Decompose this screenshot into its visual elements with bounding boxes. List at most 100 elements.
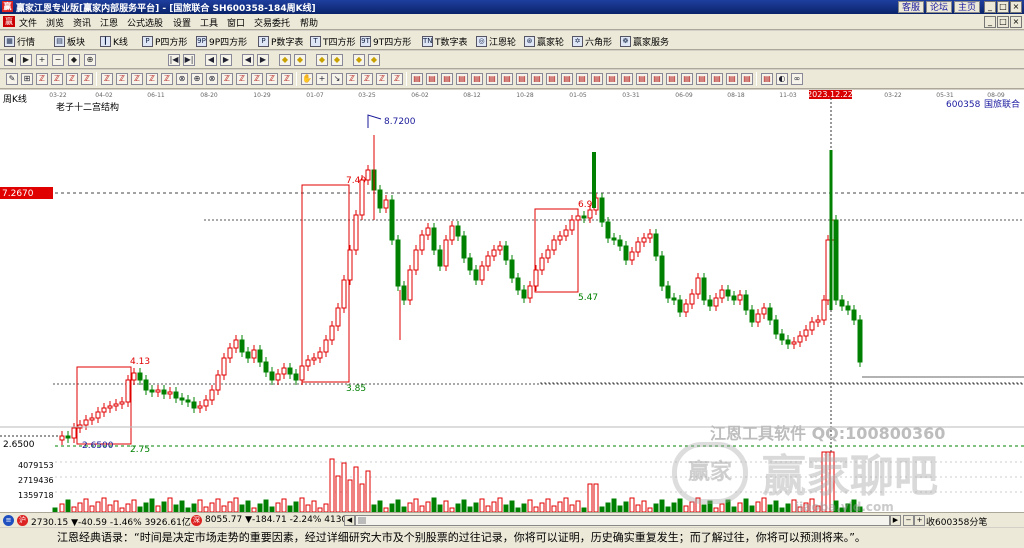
menu-help[interactable]: 帮助 — [300, 16, 318, 29]
period-button-3[interactable]: − — [52, 54, 64, 66]
draw-tool-button-31[interactable]: ▤ — [486, 73, 498, 85]
toolbar-9t-square-button[interactable]: 9T 9T四方形 — [360, 34, 411, 48]
mdi-minimize-button[interactable]: _ — [984, 16, 996, 28]
draw-tool-button-37[interactable]: ▤ — [576, 73, 588, 85]
minimize-button[interactable]: _ — [984, 1, 996, 13]
draw-tool-button-8[interactable]: ℤ — [131, 73, 143, 85]
zoom-minus-button[interactable]: − — [903, 515, 914, 526]
scroll-left-button[interactable]: ◀ — [344, 515, 355, 526]
nav-button-4[interactable]: ◀ — [242, 54, 254, 66]
draw-tool-button-7[interactable]: ℤ — [116, 73, 128, 85]
toolbar-gann-wheel-button[interactable]: ◎ 江恩轮 — [476, 34, 516, 48]
mdi-close-button[interactable]: × — [1010, 16, 1022, 28]
draw-tool-button-22[interactable]: ℤ — [346, 73, 358, 85]
menu-info[interactable]: 资讯 — [73, 16, 91, 29]
draw-tool-button-0[interactable]: ✎ — [6, 73, 18, 85]
draw-tool-button-17[interactable]: ℤ — [266, 73, 278, 85]
nav-button-5[interactable]: ▶ — [257, 54, 269, 66]
nav-button-11[interactable]: ◆ — [368, 54, 380, 66]
draw-tool-button-38[interactable]: ▤ — [591, 73, 603, 85]
draw-tool-button-20[interactable]: + — [316, 73, 328, 85]
toolbar-service-button[interactable]: ☸ 赢家服务 — [620, 34, 669, 48]
toolbar-p-table-button[interactable]: P P数字表 — [258, 34, 303, 48]
nav-button-9[interactable]: ◆ — [331, 54, 343, 66]
scroll-right-button[interactable]: ▶ — [890, 515, 901, 526]
draw-tool-button-16[interactable]: ℤ — [251, 73, 263, 85]
draw-tool-button-12[interactable]: ⊕ — [191, 73, 203, 85]
nav-button-7[interactable]: ◆ — [294, 54, 306, 66]
draw-tool-button-36[interactable]: ▤ — [561, 73, 573, 85]
tick-detail-text[interactable]: 收600358分笔 — [926, 515, 987, 528]
period-button-5[interactable]: ⊕ — [84, 54, 96, 66]
draw-tool-button-44[interactable]: ▤ — [681, 73, 693, 85]
nav-button-6[interactable]: ◆ — [279, 54, 291, 66]
menu-settings[interactable]: 设置 — [173, 16, 191, 29]
draw-tool-button-40[interactable]: ▤ — [621, 73, 633, 85]
scroll-thumb[interactable] — [358, 517, 366, 524]
maximize-button[interactable]: □ — [997, 1, 1009, 13]
sh-index-text[interactable]: 2730.15 ▼-40.59 -1.46% 3926.61亿 — [31, 515, 191, 528]
draw-tool-button-42[interactable]: ▤ — [651, 73, 663, 85]
period-button-4[interactable]: ◆ — [68, 54, 80, 66]
draw-tool-button-39[interactable]: ▤ — [606, 73, 618, 85]
menu-file[interactable]: 文件 — [19, 16, 37, 29]
draw-tool-button-18[interactable]: ℤ — [281, 73, 293, 85]
menu-gann[interactable]: 江恩 — [100, 16, 118, 29]
draw-tool-button-28[interactable]: ▤ — [441, 73, 453, 85]
draw-tool-button-23[interactable]: ℤ — [361, 73, 373, 85]
toolbar-winner-wheel-button[interactable]: ⊛ 赢家轮 — [524, 34, 564, 48]
toolbar-t-square-button[interactable]: T T四方形 — [310, 34, 356, 48]
draw-tool-button-6[interactable]: ℤ — [101, 73, 113, 85]
menu-tools[interactable]: 工具 — [200, 16, 218, 29]
mdi-restore-button[interactable]: □ — [997, 16, 1009, 28]
draw-tool-button-32[interactable]: ▤ — [501, 73, 513, 85]
toolbar-kline-button[interactable]: ┃ K线 — [100, 34, 128, 48]
toolbar-board-button[interactable]: ▤ 板块 — [54, 34, 85, 48]
draw-tool-button-47[interactable]: ▤ — [726, 73, 738, 85]
draw-tool-button-51[interactable]: ∞ — [791, 73, 803, 85]
draw-tool-button-5[interactable]: ℤ — [81, 73, 93, 85]
draw-tool-button-10[interactable]: ℤ — [161, 73, 173, 85]
toolbar-t-table-button[interactable]: TN T数字表 — [422, 34, 468, 48]
draw-tool-button-11[interactable]: ⊗ — [176, 73, 188, 85]
draw-tool-button-14[interactable]: ℤ — [221, 73, 233, 85]
draw-tool-button-35[interactable]: ▤ — [546, 73, 558, 85]
nav-button-1[interactable]: ▶| — [183, 54, 195, 66]
draw-tool-button-13[interactable]: ⊗ — [206, 73, 218, 85]
draw-tool-button-43[interactable]: ▤ — [666, 73, 678, 85]
draw-tool-button-45[interactable]: ▤ — [696, 73, 708, 85]
draw-tool-button-41[interactable]: ▤ — [636, 73, 648, 85]
zoom-plus-button[interactable]: + — [914, 515, 925, 526]
draw-tool-button-29[interactable]: ▤ — [456, 73, 468, 85]
toolbar-p-square-button[interactable]: P P四方形 — [142, 34, 187, 48]
toolbar-grid-button[interactable]: ▦ 行情 — [4, 34, 35, 48]
draw-tool-button-33[interactable]: ▤ — [516, 73, 528, 85]
link-service[interactable]: 客服 — [897, 1, 924, 13]
draw-tool-button-2[interactable]: ℤ — [36, 73, 48, 85]
menu-formula[interactable]: 公式选股 — [127, 16, 163, 29]
sz-index-text[interactable]: 8055.77 ▼-184.71 -2.24% 4130.2 — [205, 515, 356, 525]
menu-trade[interactable]: 交易委托 — [254, 16, 290, 29]
chart-area[interactable]: 03-22 04-02 06-11 08-20 10-29 01-07 03-25 06-02… — [0, 90, 1024, 514]
nav-button-0[interactable]: |◀ — [168, 54, 180, 66]
period-button-1[interactable]: ▶ — [20, 54, 32, 66]
draw-tool-button-3[interactable]: ℤ — [51, 73, 63, 85]
period-button-2[interactable]: + — [36, 54, 48, 66]
draw-tool-button-30[interactable]: ▤ — [471, 73, 483, 85]
draw-tool-button-19[interactable]: ✋ — [301, 73, 313, 85]
toolbar-hexagon-button[interactable]: ✡ 六角形 — [572, 34, 612, 48]
period-button-0[interactable]: ◀ — [4, 54, 16, 66]
draw-tool-button-26[interactable]: ▤ — [411, 73, 423, 85]
chart-scrollbar[interactable] — [355, 515, 890, 526]
draw-tool-button-9[interactable]: ℤ — [146, 73, 158, 85]
draw-tool-button-25[interactable]: ℤ — [391, 73, 403, 85]
menu-window[interactable]: 窗口 — [227, 16, 245, 29]
draw-tool-button-27[interactable]: ▤ — [426, 73, 438, 85]
close-button[interactable]: × — [1010, 1, 1022, 13]
menu-browse[interactable]: 浏览 — [46, 16, 64, 29]
draw-tool-button-4[interactable]: ℤ — [66, 73, 78, 85]
draw-tool-button-24[interactable]: ℤ — [376, 73, 388, 85]
draw-tool-button-15[interactable]: ℤ — [236, 73, 248, 85]
toolbar-9p-square-button[interactable]: 9P 9P四方形 — [196, 34, 247, 48]
draw-tool-button-49[interactable]: ▤ — [761, 73, 773, 85]
